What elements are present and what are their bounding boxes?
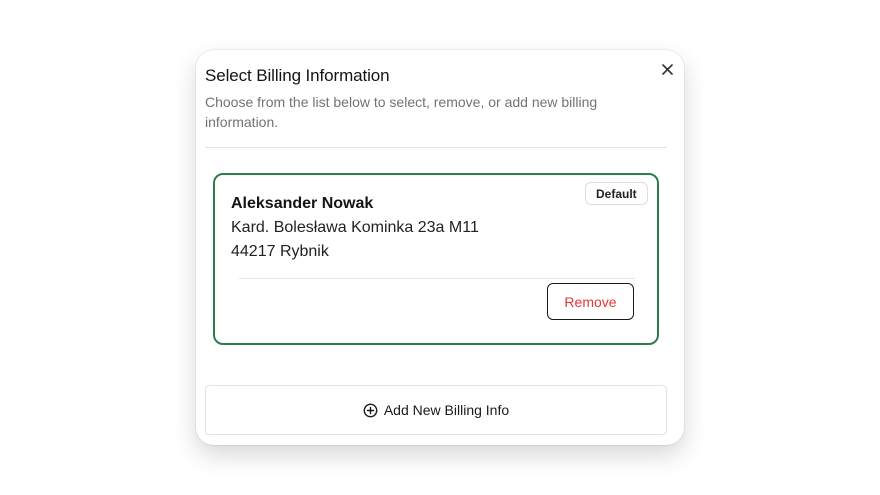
- add-billing-label: Add New Billing Info: [383, 402, 510, 418]
- default-badge: Default: [585, 182, 648, 205]
- modal-subtitle: Choose from the list below to select, re…: [205, 94, 598, 130]
- billing-modal: Select Billing Information Choose from t…: [196, 50, 684, 445]
- add-billing-button[interactable]: Add New Billing Info: [205, 385, 667, 435]
- plus-circle-icon: [363, 403, 378, 418]
- header-divider: [205, 147, 667, 148]
- close-icon: [661, 63, 673, 75]
- close-button[interactable]: [658, 60, 676, 78]
- remove-button[interactable]: Remove: [547, 283, 634, 320]
- billing-name: Aleksander Nowak: [231, 195, 374, 212]
- card-divider: [239, 278, 635, 279]
- modal-title: Select Billing Information: [205, 66, 390, 85]
- billing-address-line2: 44217 Rybnik: [231, 243, 329, 260]
- billing-card[interactable]: Default Aleksander Nowak Kard. Bolesława…: [213, 173, 659, 345]
- billing-address-line1: Kard. Bolesława Kominka 23a M11: [231, 219, 479, 236]
